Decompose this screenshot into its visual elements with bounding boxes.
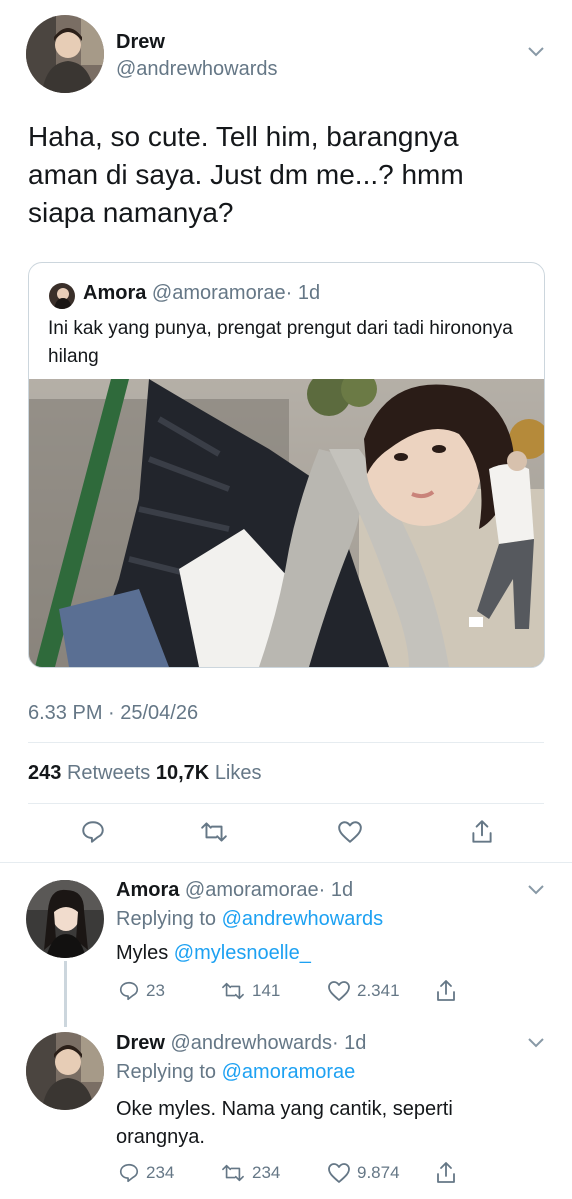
reply-time: · 1d xyxy=(331,1032,367,1054)
reply-author-handle[interactable]: @amoramorae xyxy=(185,879,319,901)
reply-count-value: 23 xyxy=(146,981,165,1000)
reply-author-avatar[interactable] xyxy=(26,1032,104,1110)
tweet-timestamp[interactable]: 6.33 PM · 25/04/26 xyxy=(28,702,198,725)
replying-to-prefix: Replying to xyxy=(116,1061,217,1083)
author-name[interactable]: Drew xyxy=(116,31,165,54)
retweet-count-value: 141 xyxy=(252,981,281,1000)
tweet-text: Haha, so cute. Tell him, barangnya aman … xyxy=(28,121,464,228)
quoted-tweet-card[interactable]: Amora @amoramorae· 1d Ini kak yang punya… xyxy=(28,262,545,668)
chevron-down-icon[interactable] xyxy=(527,884,545,896)
like-icon xyxy=(327,980,351,1002)
share-icon[interactable] xyxy=(434,1160,458,1186)
share-icon[interactable] xyxy=(434,978,458,1004)
quoted-author-handle: @amoramorae xyxy=(151,282,286,304)
reply-icon xyxy=(118,980,140,1002)
reply-count-value: 234 xyxy=(146,1163,175,1182)
reply-time: · 1d xyxy=(318,879,354,901)
reply-author-name[interactable]: Drew xyxy=(116,1032,165,1054)
thread-line xyxy=(64,961,67,1027)
reply-text: Oke myles. Nama yang cantik, seperti ora… xyxy=(116,1098,453,1148)
chevron-down-icon[interactable] xyxy=(527,46,545,58)
quoted-author-avatar xyxy=(49,283,75,309)
reply-count[interactable]: 234 xyxy=(118,1162,174,1184)
likes-label[interactable]: Likes xyxy=(215,762,262,784)
retweet-count[interactable]: 141 xyxy=(220,980,280,1002)
reply-author-avatar[interactable] xyxy=(26,880,104,958)
reply-mention[interactable]: @mylesnoelle_ xyxy=(174,942,311,964)
quoted-time: · 1d xyxy=(285,282,321,304)
retweet-count-value: 234 xyxy=(252,1163,281,1182)
replying-to-mention[interactable]: @andrewhowards xyxy=(222,908,384,930)
like-count[interactable]: 9.874 xyxy=(327,1162,400,1184)
share-icon[interactable] xyxy=(469,818,495,846)
likes-count[interactable]: 10,7K xyxy=(156,762,209,784)
author-handle[interactable]: @andrewhowards xyxy=(116,58,278,81)
quoted-tweet-text: Ini kak yang punya, prengat prengut dari… xyxy=(48,318,513,367)
like-count[interactable]: 2.341 xyxy=(327,980,400,1002)
reply-author-handle[interactable]: @andrewhowards xyxy=(170,1032,332,1054)
reply-icon[interactable] xyxy=(80,819,106,845)
reply-icon xyxy=(118,1162,140,1184)
like-icon[interactable] xyxy=(337,820,363,844)
retweets-count[interactable]: 243 xyxy=(28,762,61,784)
quoted-tweet-photo[interactable] xyxy=(29,371,544,667)
retweet-icon xyxy=(220,1162,246,1184)
like-count-value: 2.341 xyxy=(357,981,400,1000)
divider xyxy=(28,742,544,743)
chevron-down-icon[interactable] xyxy=(527,1037,545,1049)
replying-to-mention[interactable]: @amoramorae xyxy=(222,1061,356,1083)
divider xyxy=(0,862,572,863)
like-count-value: 9.874 xyxy=(357,1163,400,1182)
retweet-icon xyxy=(220,980,246,1002)
quoted-author-name: Amora xyxy=(83,282,147,304)
reply-count[interactable]: 23 xyxy=(118,980,165,1002)
divider xyxy=(28,803,544,804)
reply-text: Myles xyxy=(116,942,169,964)
retweet-icon[interactable] xyxy=(200,819,228,845)
reply-author-name[interactable]: Amora xyxy=(116,879,179,901)
author-avatar[interactable] xyxy=(26,15,104,93)
retweet-count[interactable]: 234 xyxy=(220,1162,280,1184)
like-icon xyxy=(327,1162,351,1184)
retweets-label[interactable]: Retweets xyxy=(67,762,150,784)
replying-to-prefix: Replying to xyxy=(116,908,217,930)
